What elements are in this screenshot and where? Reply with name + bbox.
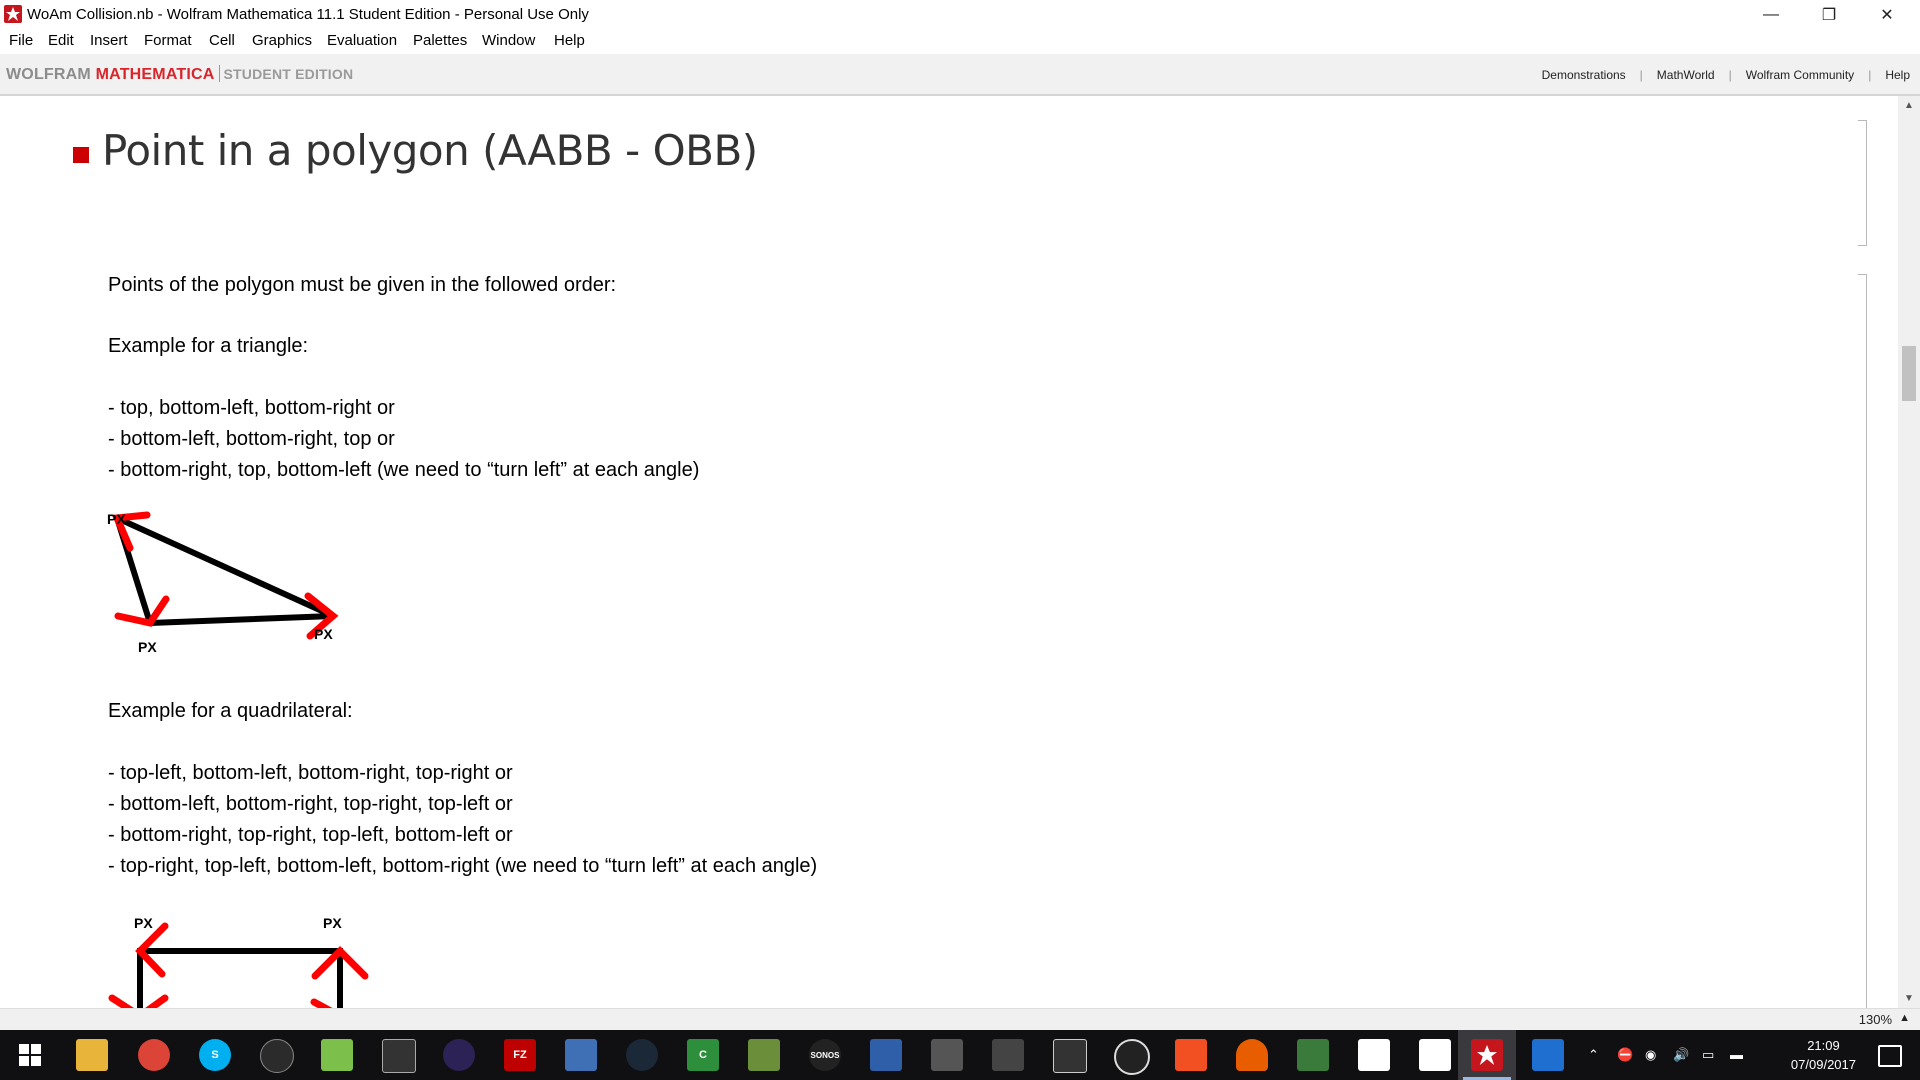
taskbar: S FZ C SONOS ⌃ ⛔ ◉ 🔊 ▭ ▬ 21:09 07/09/201…	[0, 1030, 1920, 1080]
menu-help[interactable]: Help	[554, 32, 585, 49]
docked-toolbar: WOLFRAM MATHEMATICA STUDENT EDITION Demon…	[0, 54, 1920, 96]
scroll-down-icon[interactable]: ▼	[1898, 993, 1920, 1004]
triangle-line: - bottom-right, top, bottom-left (we nee…	[108, 459, 700, 481]
window-title: WoAm Collision.nb - Wolfram Mathematica …	[27, 6, 589, 23]
quad-line: - top-left, bottom-left, bottom-right, t…	[108, 762, 513, 784]
section-title[interactable]: Point in a polygon (AABB - OBB)	[102, 126, 758, 175]
triangle-heading: Example for a triangle:	[108, 335, 309, 357]
network-tray-icon[interactable]: ▭	[1702, 1047, 1714, 1063]
steam-icon[interactable]	[626, 1039, 658, 1071]
windows-start-icon[interactable]	[14, 1039, 46, 1071]
menu-evaluation[interactable]: Evaluation	[327, 32, 397, 49]
zoom-menu-icon[interactable]: ▲	[1899, 1012, 1910, 1024]
point-label: PX	[323, 915, 342, 931]
brand-wolfram: WOLFRAM	[6, 66, 91, 83]
link-wolfram-community[interactable]: Wolfram Community	[1746, 68, 1854, 82]
notifications-icon[interactable]	[1878, 1045, 1902, 1067]
minecraft-icon[interactable]	[748, 1039, 780, 1071]
flutter-life-icon[interactable]	[1358, 1039, 1390, 1071]
brand-edition: STUDENT EDITION	[223, 66, 354, 82]
point-label: PX	[107, 511, 126, 527]
flutter-life-2-icon[interactable]	[1419, 1039, 1451, 1071]
steam-alt-icon[interactable]	[260, 1039, 294, 1073]
filezilla-icon[interactable]: FZ	[504, 1039, 536, 1071]
point-label: PX	[314, 626, 333, 642]
hotspot-icon[interactable]	[1297, 1039, 1329, 1071]
scroll-thumb[interactable]	[1902, 346, 1916, 401]
cell-bracket[interactable]	[1858, 274, 1867, 1008]
menu-edit[interactable]: Edit	[48, 32, 74, 49]
quad-line: - bottom-right, top-right, top-left, bot…	[108, 824, 513, 846]
menu-bar: File Edit Insert Format Cell Graphics Ev…	[0, 29, 1920, 53]
quad-shape	[137, 948, 343, 1008]
camtasia-icon[interactable]: C	[687, 1039, 719, 1071]
winapp-icon[interactable]	[1175, 1039, 1207, 1071]
battery-icon[interactable]: ▬	[1730, 1047, 1743, 1062]
notebook-area[interactable]: Point in a polygon (AABB - OBB) Points o…	[0, 96, 1898, 1008]
status-bar: 130% ▲	[0, 1008, 1920, 1031]
point-label: PX	[138, 639, 157, 655]
vertical-scrollbar[interactable]: ▲ ▼	[1898, 96, 1920, 1008]
menu-graphics[interactable]: Graphics	[252, 32, 312, 49]
tray-steam-icon[interactable]: ◉	[1645, 1047, 1656, 1063]
triangle-diagram: PX PX PX	[107, 511, 339, 655]
tray-overflow-icon[interactable]: ⌃	[1588, 1047, 1599, 1063]
chrome-icon[interactable]	[138, 1039, 170, 1071]
menu-palettes[interactable]: Palettes	[413, 32, 467, 49]
cell-bracket[interactable]	[1858, 120, 1867, 246]
title-bar: WoAm Collision.nb - Wolfram Mathematica …	[0, 0, 1920, 29]
mathematica-icon	[4, 5, 22, 23]
mathematica-taskbar-icon[interactable]	[1471, 1039, 1503, 1071]
minimize-button[interactable]: —	[1742, 0, 1800, 29]
brand-mathematica: MATHEMATICA	[95, 66, 215, 83]
clock-date: 07/09/2017	[1790, 1057, 1856, 1072]
eclipse-icon[interactable]	[443, 1039, 475, 1071]
quad-diagram: PX PX	[108, 915, 369, 1008]
tray-blocked-icon[interactable]: ⛔	[1617, 1047, 1633, 1063]
console-icon[interactable]	[382, 1039, 416, 1073]
link-help[interactable]: Help	[1885, 68, 1910, 82]
menu-format[interactable]: Format	[144, 32, 192, 49]
file-explorer-icon[interactable]	[76, 1039, 108, 1071]
link-mathworld[interactable]: MathWorld	[1657, 68, 1715, 82]
clock-time: 21:09	[1807, 1038, 1840, 1053]
menu-insert[interactable]: Insert	[90, 32, 128, 49]
restore-button[interactable]: ❐	[1800, 0, 1858, 29]
obs-icon[interactable]	[1114, 1039, 1150, 1075]
quad-line: - bottom-left, bottom-right, top-right, …	[108, 793, 513, 815]
network-icon[interactable]	[870, 1039, 902, 1071]
calculator-icon[interactable]	[992, 1039, 1024, 1071]
notepad-plus-icon[interactable]	[321, 1039, 353, 1071]
section-bullet-icon	[73, 147, 89, 163]
quad-heading: Example for a quadrilateral:	[108, 700, 353, 722]
scroll-up-icon[interactable]: ▲	[1898, 100, 1920, 111]
menu-cell[interactable]: Cell	[209, 32, 235, 49]
point-label: PX	[134, 915, 153, 931]
remote-desktop-icon[interactable]	[1532, 1039, 1564, 1071]
sonos-icon[interactable]: SONOS	[809, 1039, 841, 1071]
remote-icon[interactable]	[1053, 1039, 1087, 1073]
close-button[interactable]: ✕	[1858, 0, 1916, 29]
quad-line: - top-right, top-left, bottom-left, bott…	[108, 855, 818, 877]
zoom-level[interactable]: 130%	[1859, 1012, 1892, 1027]
link-demonstrations[interactable]: Demonstrations	[1542, 68, 1626, 82]
wolfram-logo: WOLFRAM MATHEMATICA STUDENT EDITION	[6, 65, 353, 84]
sublime-icon[interactable]	[931, 1039, 963, 1071]
skype-icon[interactable]: S	[199, 1039, 231, 1071]
triangle-shape	[114, 515, 336, 626]
system-clock[interactable]: 21:09 07/09/2017	[1791, 1036, 1856, 1074]
triangle-line: - top, bottom-left, bottom-right or	[108, 397, 395, 419]
menu-file[interactable]: File	[9, 32, 33, 49]
resource-links: Demonstrations | MathWorld | Wolfram Communi…	[1541, 68, 1910, 82]
vlc-icon[interactable]	[1236, 1039, 1268, 1071]
paint-icon[interactable]	[565, 1039, 597, 1071]
menu-window[interactable]: Window	[482, 32, 535, 49]
volume-icon[interactable]: 🔊	[1673, 1047, 1689, 1063]
triangle-line: - bottom-left, bottom-right, top or	[108, 428, 395, 450]
intro-text: Points of the polygon must be given in t…	[108, 274, 617, 296]
